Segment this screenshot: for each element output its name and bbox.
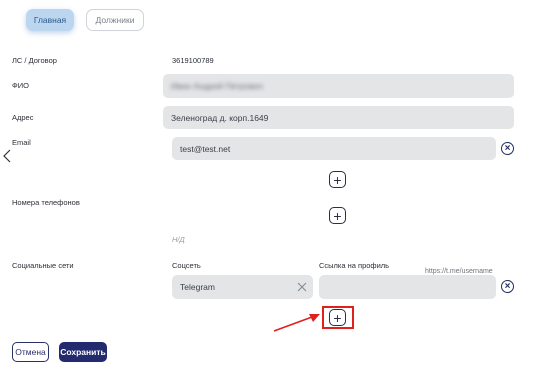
email-label: Email	[12, 138, 31, 147]
clear-network-icon[interactable]	[297, 282, 307, 292]
tab-positions[interactable]: Должники	[86, 9, 144, 31]
chevron-left-icon[interactable]	[3, 149, 11, 163]
remove-email-icon[interactable]: ×	[501, 142, 514, 155]
email-field[interactable]: test@test.net	[172, 137, 496, 160]
save-button[interactable]: Сохранить	[59, 342, 107, 362]
fio-label: ФИО	[12, 81, 29, 90]
add-social-button[interactable]: +	[329, 309, 346, 326]
account-label: ЛС / Договор	[12, 56, 57, 65]
social-label: Социальные сети	[12, 261, 74, 270]
remove-social-icon[interactable]: ×	[501, 280, 514, 293]
phones-label: Номера телефонов	[12, 198, 80, 207]
account-value: 3619100789	[172, 56, 214, 65]
social-col-network: Соцсеть	[172, 261, 201, 270]
fio-value: Ивин Андрей Петрович	[171, 81, 263, 91]
social-network-value: Telegram	[180, 282, 215, 292]
email-value: test@test.net	[180, 143, 231, 154]
add-phone-button[interactable]: +	[329, 207, 346, 224]
tab-main[interactable]: Главная	[26, 9, 74, 31]
fio-field[interactable]: Ивин Андрей Петрович	[163, 74, 514, 98]
social-network-select[interactable]: Telegram	[172, 275, 313, 299]
social-link-field[interactable]	[319, 275, 496, 299]
address-value: Зеленоград д. корп.1649	[171, 112, 269, 123]
address-label: Адрес	[12, 113, 34, 122]
address-field[interactable]: Зеленоград д. корп.1649	[163, 106, 514, 129]
social-col-link: Ссылка на профиль	[319, 261, 390, 270]
add-email-button[interactable]: +	[329, 171, 346, 188]
annotation-arrow	[273, 314, 320, 332]
phones-empty: Н/Д	[172, 235, 185, 244]
cancel-button[interactable]: Отмена	[12, 342, 49, 362]
social-link-placeholder: https://t.me/username	[425, 268, 493, 275]
